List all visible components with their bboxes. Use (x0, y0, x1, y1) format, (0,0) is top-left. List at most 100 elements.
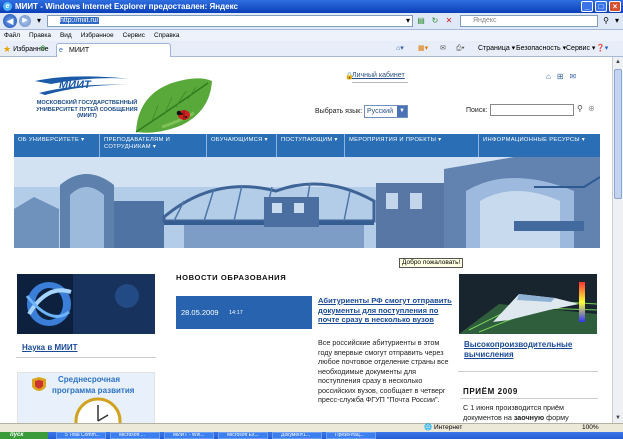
taskbar: пуск 5 Total Comm... Microsoft ... МИИТ … (0, 432, 623, 439)
zoom-level[interactable]: 100% (582, 424, 599, 432)
menu-help[interactable]: Справка (154, 32, 180, 39)
task-document[interactable]: Документ1... (272, 432, 322, 439)
header-icons: ⌂ ⊞ ✉ (546, 72, 576, 81)
menu-tools[interactable]: Сервис (123, 32, 145, 39)
web-page: МИИТ МОСКОВСКИЙ ГОСУДАРСТВЕННЫЙ УНИВЕРСИ… (0, 57, 612, 423)
status-bar: 🌐 Интернет 100% (0, 423, 623, 432)
favorites-bar: ★ Избранное ⊕ e МИИТ ⌂▾ ▦▾ ✉ ⎙▾ Страница… (0, 41, 623, 57)
nav-students[interactable]: ОБУЧАЮЩИМСЯ ▾ (207, 134, 277, 157)
start-button[interactable]: пуск (0, 432, 48, 439)
left-divider (16, 357, 156, 358)
site-search-input[interactable] (490, 104, 574, 116)
language-value: Русский (367, 108, 393, 115)
task-microsoft-1[interactable]: Microsoft ... (110, 432, 160, 439)
task-presentation[interactable]: Презентац... (326, 432, 376, 439)
site-favicon-icon: e (59, 47, 63, 54)
scroll-down-icon[interactable]: ▼ (613, 413, 623, 423)
menu-favorites[interactable]: Избранное (81, 32, 114, 39)
news-heading: НОВОСТИ ОБРАЗОВАНИЯ (176, 273, 287, 282)
address-url: http://miit.ru/ (60, 17, 99, 24)
internet-zone-icon: 🌐 (424, 424, 433, 431)
right-divider (458, 371, 598, 372)
minimize-button[interactable]: _ (581, 1, 593, 12)
recent-pages-dropdown-icon[interactable]: ▾ (34, 16, 44, 26)
development-program-banner[interactable]: Среднесрочная программа развития (17, 372, 155, 423)
nav-staff[interactable]: ПРЕПОДАВАТЕЛЯМ И СОТРУДНИКАМ ▾ (100, 134, 207, 157)
main-nav: ОБ УНИВЕРСИТЕТЕ ▾ ПРЕПОДАВАТЕЛЯМ И СОТРУ… (14, 134, 600, 157)
advanced-search-icon[interactable]: ⊕ (588, 104, 595, 113)
scroll-thumb[interactable] (614, 69, 622, 199)
news-date: 28.05.2009 (181, 308, 219, 317)
window-controls: _ □ × (581, 1, 621, 12)
coat-of-arms-icon (32, 377, 46, 391)
help-icon[interactable]: ❓▾ (596, 44, 608, 54)
web-search-input[interactable]: Яндекс (460, 15, 598, 27)
task-microsoft-excel[interactable]: Microsoft Ex... (218, 432, 268, 439)
admission-text: С 1 июня производится приём документов н… (463, 403, 601, 422)
menu-view[interactable]: Вид (60, 32, 72, 39)
search-icon[interactable]: ⚲ (601, 16, 611, 26)
forward-button[interactable]: ▶ (19, 15, 31, 27)
logo-line-1: МОСКОВСКИЙ ГОСУДАРСТВЕННЫЙ (36, 100, 138, 106)
menu-edit[interactable]: Правка (29, 32, 51, 39)
maximize-button[interactable]: □ (595, 1, 607, 12)
clock-icon (74, 397, 122, 423)
header-banner-image (14, 157, 600, 248)
nav-events[interactable]: МЕРОПРИЯТИЯ И ПРОЕКТЫ ▾ (345, 134, 479, 157)
home-site-icon[interactable]: ⌂ (546, 72, 551, 81)
admission-text-bold: заочную (513, 412, 545, 422)
compatibility-icon[interactable]: ▤ (416, 16, 426, 26)
add-favorite-icon[interactable]: ⊕ (40, 44, 46, 52)
sitemap-icon[interactable]: ⊞ (557, 72, 564, 81)
mail-icon[interactable]: ✉ (440, 44, 446, 54)
stop-icon[interactable]: ✕ (444, 16, 454, 26)
nav-about[interactable]: ОБ УНИВЕРСИТЕТЕ ▾ (14, 134, 100, 157)
menu-bar: Файл Правка Вид Избранное Сервис Справка (0, 30, 623, 41)
science-image[interactable] (17, 274, 155, 334)
hpc-image[interactable] (459, 274, 597, 334)
menu-file[interactable]: Файл (4, 32, 20, 39)
admission-divider (460, 398, 598, 399)
logo-line-3: (МИИТ) (77, 113, 97, 120)
science-link[interactable]: Наука в МИИТ (22, 343, 78, 352)
tab-miit[interactable]: e МИИТ (56, 43, 171, 57)
scroll-up-icon[interactable]: ▲ (613, 57, 623, 67)
logo-swoosh-icon: МИИТ (35, 76, 131, 95)
leaf-ladybug-image (135, 78, 212, 133)
home-icon[interactable]: ⌂▾ (396, 44, 404, 54)
tools-menu[interactable]: Сервис ▾ (566, 44, 595, 54)
hpc-link[interactable]: Высокопроизводительные вычисления (464, 340, 594, 359)
news-title-link[interactable]: Абитуриенты РФ смогут отправить документ… (318, 296, 453, 325)
site-search-icon[interactable]: ⚲ (577, 104, 583, 113)
ie-logo-icon: e (3, 2, 12, 11)
personal-cabinet-link[interactable]: Личный кабинет (352, 72, 405, 79)
logo-line-2: УНИВЕРСИТЕТ ПУТЕЙ СООБЩЕНИЯ (36, 106, 138, 113)
address-input[interactable]: http://miit.ru/ (47, 15, 413, 27)
admission-text-part-2: форму (544, 412, 569, 422)
task-miit-browser[interactable]: МИИТ - Win... (164, 432, 214, 439)
vertical-scrollbar[interactable]: ▲ ▼ (612, 57, 623, 423)
mail-site-icon[interactable]: ✉ (570, 72, 577, 81)
back-button[interactable]: ◀ (3, 14, 17, 28)
cabinet-divider (352, 82, 408, 83)
chevron-down-icon: ▼ (397, 106, 407, 117)
nav-resources[interactable]: ИНФОРМАЦИОННЫЕ РЕСУРСЫ ▾ (479, 134, 600, 157)
admission-heading: ПРИЁМ 2009 (463, 387, 518, 396)
feeds-icon[interactable]: ▦▾ (418, 44, 428, 54)
safety-menu[interactable]: Безопасность ▾ (516, 44, 566, 54)
language-select[interactable]: Русский ▼ (364, 105, 408, 118)
miit-logo[interactable]: МИИТ МОСКОВСКИЙ ГОСУДАРСТВЕННЫЙ УНИВЕРСИ… (33, 72, 138, 128)
search-options-icon[interactable]: ▾ (612, 16, 622, 26)
page-menu[interactable]: Страница ▾ (478, 44, 515, 54)
print-icon[interactable]: ⎙▾ (456, 44, 465, 54)
close-button[interactable]: × (609, 1, 621, 12)
nav-applicants[interactable]: ПОСТУПАЮЩИМ ▾ (277, 134, 345, 157)
task-total-commander[interactable]: 5 Total Comm... (56, 432, 106, 439)
window-title-bar: e МИИТ - Windows Internet Explorer предо… (0, 0, 623, 13)
logo-university-name: МОСКОВСКИЙ ГОСУДАРСТВЕННЫЙ УНИВЕРСИТЕТ П… (35, 100, 139, 120)
news-body: Все российские абитуриенты в этом году в… (318, 338, 449, 404)
language-label: Выбрать язык: (315, 108, 363, 115)
address-dropdown-icon[interactable]: ▾ (403, 16, 413, 26)
refresh-icon[interactable]: ↻ (430, 16, 440, 26)
welcome-tooltip: Добро пожаловать! (399, 258, 464, 268)
